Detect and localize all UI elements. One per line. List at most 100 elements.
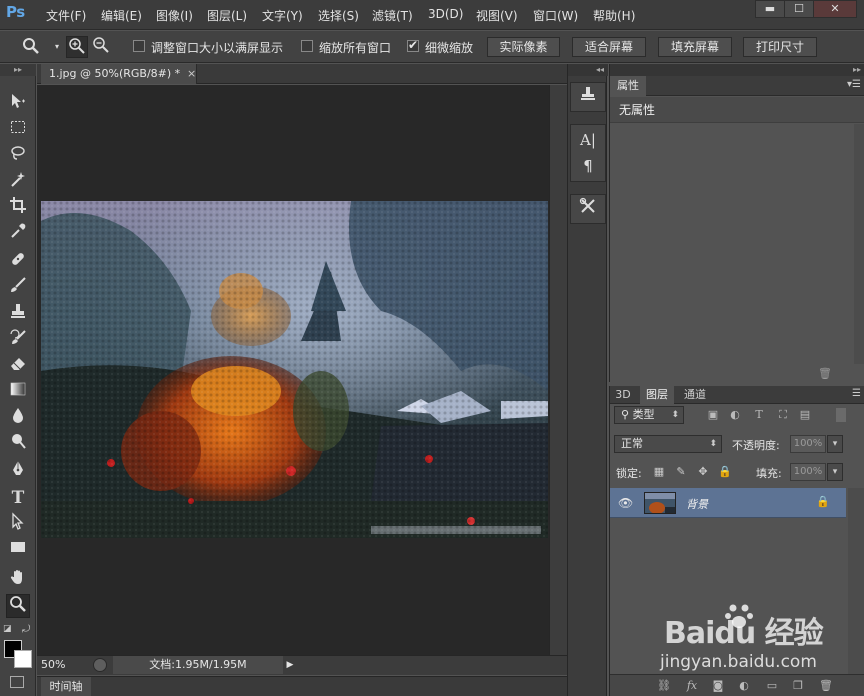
minimize-button[interactable]: ▬ (755, 0, 785, 18)
quick-mask-icon[interactable] (10, 676, 24, 688)
clone-stamp-tool-icon[interactable] (6, 302, 30, 326)
layers-panel-menu-icon[interactable]: ☰ (852, 388, 861, 399)
opacity-dropdown-icon[interactable]: ▾ (827, 435, 843, 453)
fill-field[interactable]: 100% (790, 463, 826, 481)
document-tab[interactable]: 1.jpg @ 50%(RGB/8#) * × (41, 64, 197, 84)
menu-file[interactable]: 文件(F) (46, 7, 86, 24)
pixel-filter-icon[interactable]: ▣ (706, 408, 720, 422)
zoom-tool-icon[interactable] (6, 594, 30, 618)
zoom-all-windows-checkbox[interactable] (301, 40, 313, 52)
eyedropper-tool-icon[interactable] (6, 222, 30, 246)
adjustment-filter-icon[interactable]: ◐ (728, 408, 742, 422)
scrubby-zoom-checkbox[interactable] (407, 38, 419, 52)
history-panel-icon[interactable] (574, 85, 602, 109)
delete-layer-icon[interactable]: 🗑 (818, 679, 834, 693)
pen-tool-icon[interactable] (6, 460, 30, 484)
search-icon: ⚲ (621, 408, 633, 421)
close-button[interactable]: ✕ (813, 0, 857, 18)
new-layer-icon[interactable]: ❐ (790, 679, 806, 693)
properties-scrollbar[interactable] (854, 124, 864, 364)
tab-channels[interactable]: 通道 (678, 386, 712, 404)
move-tool-icon[interactable] (6, 92, 30, 116)
actual-pixels-button[interactable]: 实际像素 (487, 37, 560, 57)
zoom-out-icon[interactable] (90, 36, 112, 58)
lock-image-pixels-icon[interactable]: ✎ (674, 465, 688, 479)
menu-view[interactable]: 视图(V) (476, 7, 518, 24)
add-mask-icon[interactable]: ◙ (710, 679, 726, 693)
lock-position-icon[interactable]: ✥ (696, 465, 710, 479)
smart-object-filter-icon[interactable]: ▤ (798, 408, 812, 422)
brush-tool-icon[interactable] (6, 276, 30, 300)
collapse-tools-icon[interactable]: ▸▸ (0, 64, 36, 76)
menu-select[interactable]: 选择(S) (318, 7, 359, 24)
trash-icon[interactable]: 🗑 (818, 367, 832, 380)
tab-layers[interactable]: 图层 (640, 386, 674, 404)
tool-presets-icon[interactable] (574, 197, 602, 221)
layer-style-icon[interactable]: fx (684, 679, 700, 693)
maximize-button[interactable]: ☐ (784, 0, 814, 18)
hand-tool-icon[interactable] (6, 568, 30, 592)
new-adjustment-layer-icon[interactable]: ◐ (736, 679, 752, 693)
lock-transparent-pixels-icon[interactable]: ▦ (652, 465, 666, 479)
gradient-tool-icon[interactable] (6, 380, 30, 404)
menu-window[interactable]: 窗口(W) (533, 7, 578, 24)
menu-3d[interactable]: 3D(D) (428, 7, 463, 21)
healing-brush-tool-icon[interactable] (6, 250, 30, 274)
zoom-level-field[interactable]: 50% (41, 658, 65, 671)
link-layers-icon[interactable]: ⛓ (656, 679, 672, 693)
zoom-tool-preset-icon[interactable] (20, 36, 42, 58)
blend-mode-dropdown[interactable]: 正常 ⬍ (614, 435, 722, 453)
crop-tool-icon[interactable] (6, 196, 30, 220)
status-menu-arrow-icon[interactable]: ▶ (283, 656, 297, 674)
timeline-tab[interactable]: 时间轴 (41, 677, 91, 696)
new-group-icon[interactable]: ▭ (764, 679, 780, 693)
magic-wand-tool-icon[interactable] (6, 170, 30, 194)
print-size-button[interactable]: 打印尺寸 (743, 37, 817, 57)
layers-scrollbar[interactable] (848, 488, 864, 674)
zoom-in-icon[interactable] (66, 36, 88, 58)
document-image[interactable] (41, 201, 548, 538)
dropdown-arrow-icon[interactable]: ▾ (46, 36, 68, 58)
paragraph-panel-icon[interactable]: ¶ (574, 154, 602, 178)
marquee-tool-icon[interactable] (6, 118, 30, 142)
type-filter-icon[interactable]: T (752, 408, 766, 422)
menu-image[interactable]: 图像(I) (156, 7, 193, 24)
blur-tool-icon[interactable] (6, 406, 30, 430)
rectangle-tool-icon[interactable] (6, 538, 30, 562)
opacity-field[interactable]: 100% (790, 435, 826, 453)
fit-screen-button[interactable]: 适合屏幕 (572, 37, 646, 57)
eraser-tool-icon[interactable] (6, 354, 30, 378)
character-panel-icon[interactable]: A| (574, 128, 602, 152)
shape-filter-icon[interactable]: ⛶ (776, 408, 790, 422)
tab-3d[interactable]: 3D (610, 386, 636, 404)
menu-edit[interactable]: 编辑(E) (101, 7, 142, 24)
menu-help[interactable]: 帮助(H) (593, 7, 635, 24)
type-tool-icon[interactable]: T (6, 486, 30, 510)
visibility-eye-icon[interactable]: 👁 (618, 496, 633, 510)
tab-properties[interactable]: 属性 (610, 76, 646, 96)
layer-row-background[interactable]: 👁 背景 🔒 (610, 488, 846, 518)
fill-dropdown-icon[interactable]: ▾ (827, 463, 843, 481)
lock-all-icon[interactable]: 🔒 (718, 465, 732, 479)
fill-screen-button[interactable]: 填充屏幕 (658, 37, 732, 57)
resize-windows-checkbox[interactable] (133, 40, 145, 52)
swap-colors-icon[interactable]: ⤾ (22, 624, 30, 635)
menu-type[interactable]: 文字(Y) (262, 7, 303, 24)
close-tab-icon[interactable]: × (187, 64, 196, 84)
watermark-url: jingyan.baidu.com (660, 652, 817, 672)
filter-toggle-icon[interactable] (836, 408, 846, 422)
dodge-tool-icon[interactable] (6, 432, 30, 456)
panel-menu-icon[interactable]: ▾☰ (847, 79, 861, 90)
collapse-dock-icon[interactable]: ◂◂ (568, 64, 608, 76)
menu-filter[interactable]: 滤镜(T) (372, 7, 413, 24)
path-selection-tool-icon[interactable] (6, 512, 30, 536)
menu-layer[interactable]: 图层(L) (207, 7, 247, 24)
filter-kind-dropdown[interactable]: ⚲ 类型 ⬍ (614, 406, 684, 424)
lasso-tool-icon[interactable] (6, 144, 30, 168)
proof-icon[interactable] (93, 658, 107, 672)
default-colors-icon[interactable]: ◪ (3, 624, 12, 634)
history-brush-tool-icon[interactable] (6, 328, 30, 352)
vertical-scrollbar[interactable] (549, 85, 567, 655)
collapse-properties-icon[interactable]: ▸▸ (610, 64, 864, 76)
background-color-swatch[interactable] (14, 650, 32, 668)
